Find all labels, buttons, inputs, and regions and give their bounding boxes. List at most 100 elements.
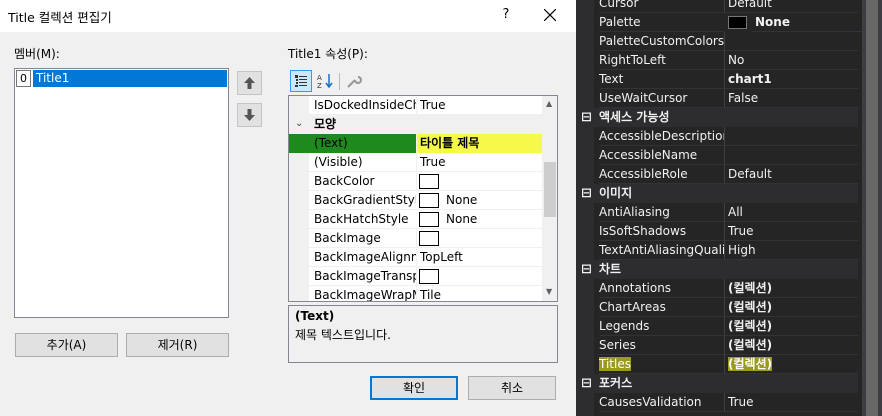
grid-row[interactable]: (Visible) True <box>289 153 542 172</box>
property-value[interactable]: chart1 <box>724 70 858 89</box>
svg-text:Z: Z <box>317 82 322 90</box>
move-up-button[interactable] <box>237 71 262 95</box>
collapse-icon[interactable]: ⊟ <box>581 260 592 279</box>
categorized-button[interactable] <box>290 70 312 92</box>
ok-button[interactable]: 확인 <box>370 376 458 400</box>
grid-row-text[interactable]: (Text) 타이틀 제목 <box>289 134 542 153</box>
property-grid-scrollbar[interactable]: ▲ ▼ <box>542 96 557 301</box>
property-name: AccessibleRole <box>599 165 724 184</box>
collapse-icon[interactable]: ⌄ <box>295 118 303 129</box>
grid-row[interactable]: BackImageWrapMo Tile <box>289 286 542 301</box>
property-row[interactable]: CausesValidation True <box>576 393 858 412</box>
help-button[interactable]: ? <box>494 4 518 26</box>
property-row[interactable]: IsSoftShadows True <box>576 222 858 241</box>
property-row[interactable]: Cursor Default <box>576 0 858 13</box>
collapse-icon[interactable]: ⊟ <box>581 184 592 203</box>
grid-row-value[interactable]: True <box>416 153 542 172</box>
property-row-titles[interactable]: Titles (컬렉션) <box>576 355 858 374</box>
property-value[interactable]: Default <box>724 165 858 184</box>
property-row[interactable]: AntiAliasing All <box>576 203 858 222</box>
property-row[interactable]: TextAntiAliasingQuality High <box>576 241 858 260</box>
property-name: IsSoftShadows <box>599 222 724 241</box>
member-name[interactable]: Title1 <box>33 70 227 87</box>
dialog-title: Title 컬렉션 편집기 <box>8 10 112 25</box>
property-value[interactable]: (컬렉션) <box>724 298 858 317</box>
property-value[interactable] <box>724 127 858 146</box>
property-name: AccessibleDescription <box>599 127 724 146</box>
property-value[interactable]: True <box>724 393 858 412</box>
property-value[interactable]: No <box>724 51 858 70</box>
property-value[interactable]: (컬렉션) <box>724 336 858 355</box>
color-swatch <box>419 174 439 189</box>
add-button[interactable]: 추가(A) <box>15 333 118 357</box>
property-grid[interactable]: IsDockedInsideCha True ⌄ 모양 (Text) 타이틀 제… <box>288 95 558 302</box>
properties-scrollbar[interactable] <box>862 0 882 416</box>
grid-row-value[interactable]: None <box>442 210 542 229</box>
close-icon <box>544 9 556 21</box>
grid-row[interactable]: BackGradientStyle None <box>289 191 542 210</box>
category-label: 차트 <box>599 262 622 276</box>
property-row[interactable]: AccessibleName <box>576 146 858 165</box>
grid-row[interactable]: BackImageTranspa <box>289 267 542 286</box>
grid-row-value[interactable]: True <box>416 96 542 115</box>
grid-row-value[interactable]: 타이틀 제목 <box>416 134 542 153</box>
close-button[interactable] <box>536 3 564 27</box>
grid-row-value[interactable]: None <box>442 191 542 210</box>
property-name: Palette <box>599 13 724 32</box>
property-row[interactable]: UseWaitCursor False <box>576 89 858 108</box>
property-pages-button[interactable] <box>343 70 365 92</box>
property-row[interactable]: Legends (컬렉션) <box>576 317 858 336</box>
image-swatch <box>419 231 439 246</box>
property-row[interactable]: AccessibleDescription <box>576 127 858 146</box>
scroll-down-icon[interactable]: ▼ <box>546 287 552 296</box>
sort-az-icon: A Z <box>317 74 333 90</box>
color-swatch <box>419 269 439 284</box>
scroll-thumb[interactable] <box>544 162 556 217</box>
property-row[interactable]: Annotations (컬렉션) <box>576 279 858 298</box>
collapse-icon[interactable]: ⊟ <box>581 374 592 393</box>
property-row[interactable]: AccessibleRole Default <box>576 165 858 184</box>
move-down-button[interactable] <box>237 103 262 127</box>
collapse-icon[interactable]: ⊟ <box>581 108 592 127</box>
member-item[interactable]: 0 Title1 <box>16 70 227 87</box>
property-category[interactable]: ⊟ 포커스 <box>576 374 858 393</box>
property-value[interactable] <box>724 32 858 51</box>
property-name: AntiAliasing <box>599 203 724 222</box>
property-grid-toolbar: A Z <box>288 70 558 94</box>
property-value[interactable]: High <box>724 241 858 260</box>
property-value[interactable]: (컬렉션) <box>724 355 858 374</box>
cancel-button[interactable]: 취소 <box>468 376 556 400</box>
grid-row-value[interactable]: TopLeft <box>416 248 542 267</box>
property-row[interactable]: Text chart1 <box>576 70 858 89</box>
property-row[interactable]: RightToLeft No <box>576 51 858 70</box>
category-label: 이미지 <box>599 186 633 200</box>
grid-category[interactable]: ⌄ 모양 <box>289 115 542 134</box>
grid-row[interactable]: IsDockedInsideCha True <box>289 96 542 115</box>
property-value[interactable]: (컬렉션) <box>724 317 858 336</box>
property-row[interactable]: Palette None <box>576 13 882 32</box>
alphabetical-button[interactable]: A Z <box>314 70 336 92</box>
property-value[interactable] <box>724 146 858 165</box>
property-name: CausesValidation <box>599 393 724 412</box>
property-category[interactable]: ⊟ 차트 <box>576 260 858 279</box>
property-value[interactable]: False <box>724 89 858 108</box>
arrow-up-icon <box>244 77 255 89</box>
members-list[interactable]: 0 Title1 <box>14 68 229 318</box>
scroll-up-icon[interactable]: ▲ <box>546 99 552 108</box>
property-row[interactable]: PaletteCustomColors <box>576 32 858 51</box>
property-row[interactable]: Series (컬렉션) <box>576 336 858 355</box>
property-category[interactable]: ⊟ 액세스 가능성 <box>576 108 858 127</box>
property-value[interactable]: All <box>724 203 858 222</box>
property-category[interactable]: ⊟ 이미지 <box>576 184 858 203</box>
property-value[interactable]: True <box>724 222 858 241</box>
grid-row-value[interactable]: Tile <box>416 286 542 301</box>
remove-button[interactable]: 제거(R) <box>126 333 229 357</box>
grid-row[interactable]: BackImage <box>289 229 542 248</box>
grid-row[interactable]: BackImageAlignme TopLeft <box>289 248 542 267</box>
grid-row[interactable]: BackColor <box>289 172 542 191</box>
scroll-thumb[interactable] <box>866 0 878 416</box>
property-value[interactable]: (컬렉션) <box>724 279 858 298</box>
grid-row[interactable]: BackHatchStyle None <box>289 210 542 229</box>
property-row[interactable]: ChartAreas (컬렉션) <box>576 298 858 317</box>
property-value[interactable]: Default <box>724 0 858 13</box>
